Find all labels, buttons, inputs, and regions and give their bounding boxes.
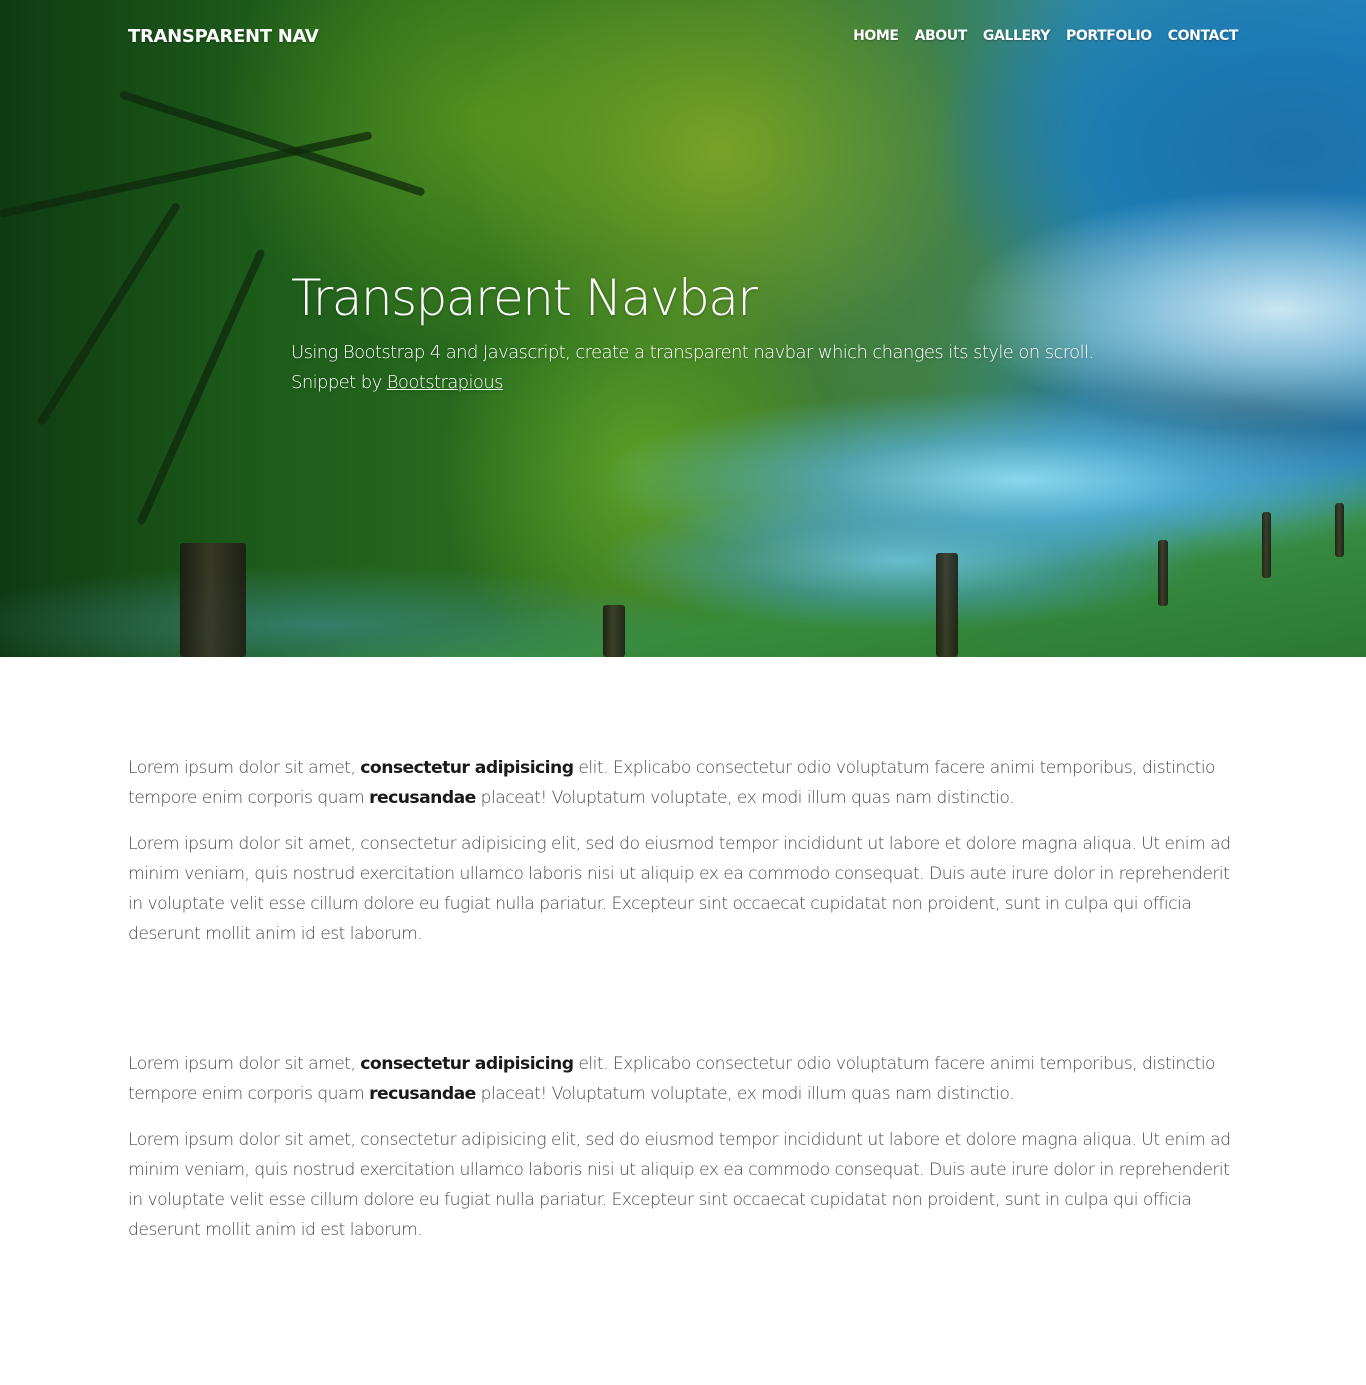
text-run: placeat! Voluptatum voluptate, ex modi i… (475, 1084, 1015, 1104)
fence-post (1158, 540, 1168, 606)
nav-link-portfolio[interactable]: PORTFOLIO (1058, 20, 1160, 52)
fence-post (1262, 512, 1271, 578)
text-run: placeat! Voluptatum voluptate, ex modi i… (475, 788, 1015, 808)
nav-link-gallery[interactable]: GALLERY (975, 20, 1058, 52)
content-section: Lorem ipsum dolor sit amet, consectetur … (128, 753, 1238, 949)
tree-branch (136, 248, 266, 526)
bold-text: consectetur adipisicing (360, 1054, 574, 1074)
text-run: Lorem ipsum dolor sit amet, (128, 758, 361, 778)
nav-link-home[interactable]: HOME (845, 20, 907, 52)
main-content: Lorem ipsum dolor sit amet, consectetur … (0, 657, 1366, 1385)
bold-text: recusandae (369, 1084, 476, 1104)
bold-text: consectetur adipisicing (360, 758, 574, 778)
text-run: Lorem ipsum dolor sit amet, (128, 1054, 361, 1074)
nav-link-contact[interactable]: CONTACT (1160, 20, 1246, 52)
hero-subtitle: Using Bootstrap 4 and Javascript, create… (291, 338, 1094, 398)
hero-section: TRANSPARENT NAV HOME ABOUT GALLERY PORTF… (0, 0, 1366, 657)
tree-branch (0, 131, 373, 218)
fence-post (603, 605, 625, 657)
content-section: Lorem ipsum dolor sit amet, consectetur … (128, 1049, 1238, 1245)
bootstrapious-link[interactable]: Bootstrapious (387, 372, 504, 393)
hero-caption: Transparent Navbar Using Bootstrap 4 and… (291, 268, 1094, 398)
fence-post (936, 553, 958, 657)
hero-subtitle-text: Using Bootstrap 4 and Javascript, create… (291, 342, 1094, 363)
hero-credit-prefix: Snippet by (291, 372, 387, 393)
nav-link-about[interactable]: ABOUT (907, 20, 975, 52)
navbar-brand[interactable]: TRANSPARENT NAV (128, 26, 319, 47)
body-paragraph: Lorem ipsum dolor sit amet, consectetur … (128, 834, 1231, 944)
intro-paragraph: Lorem ipsum dolor sit amet, consectetur … (128, 1049, 1238, 1109)
fence-post (1335, 503, 1344, 557)
tree-branch (36, 201, 182, 427)
bold-text: recusandae (369, 788, 476, 808)
intro-paragraph: Lorem ipsum dolor sit amet, consectetur … (128, 753, 1238, 813)
nav-links: HOME ABOUT GALLERY PORTFOLIO CONTACT (845, 20, 1246, 52)
navbar: TRANSPARENT NAV HOME ABOUT GALLERY PORTF… (0, 0, 1366, 72)
hero-title: Transparent Navbar (291, 269, 758, 327)
fence-post (180, 543, 246, 657)
body-paragraph: Lorem ipsum dolor sit amet, consectetur … (128, 1130, 1231, 1240)
